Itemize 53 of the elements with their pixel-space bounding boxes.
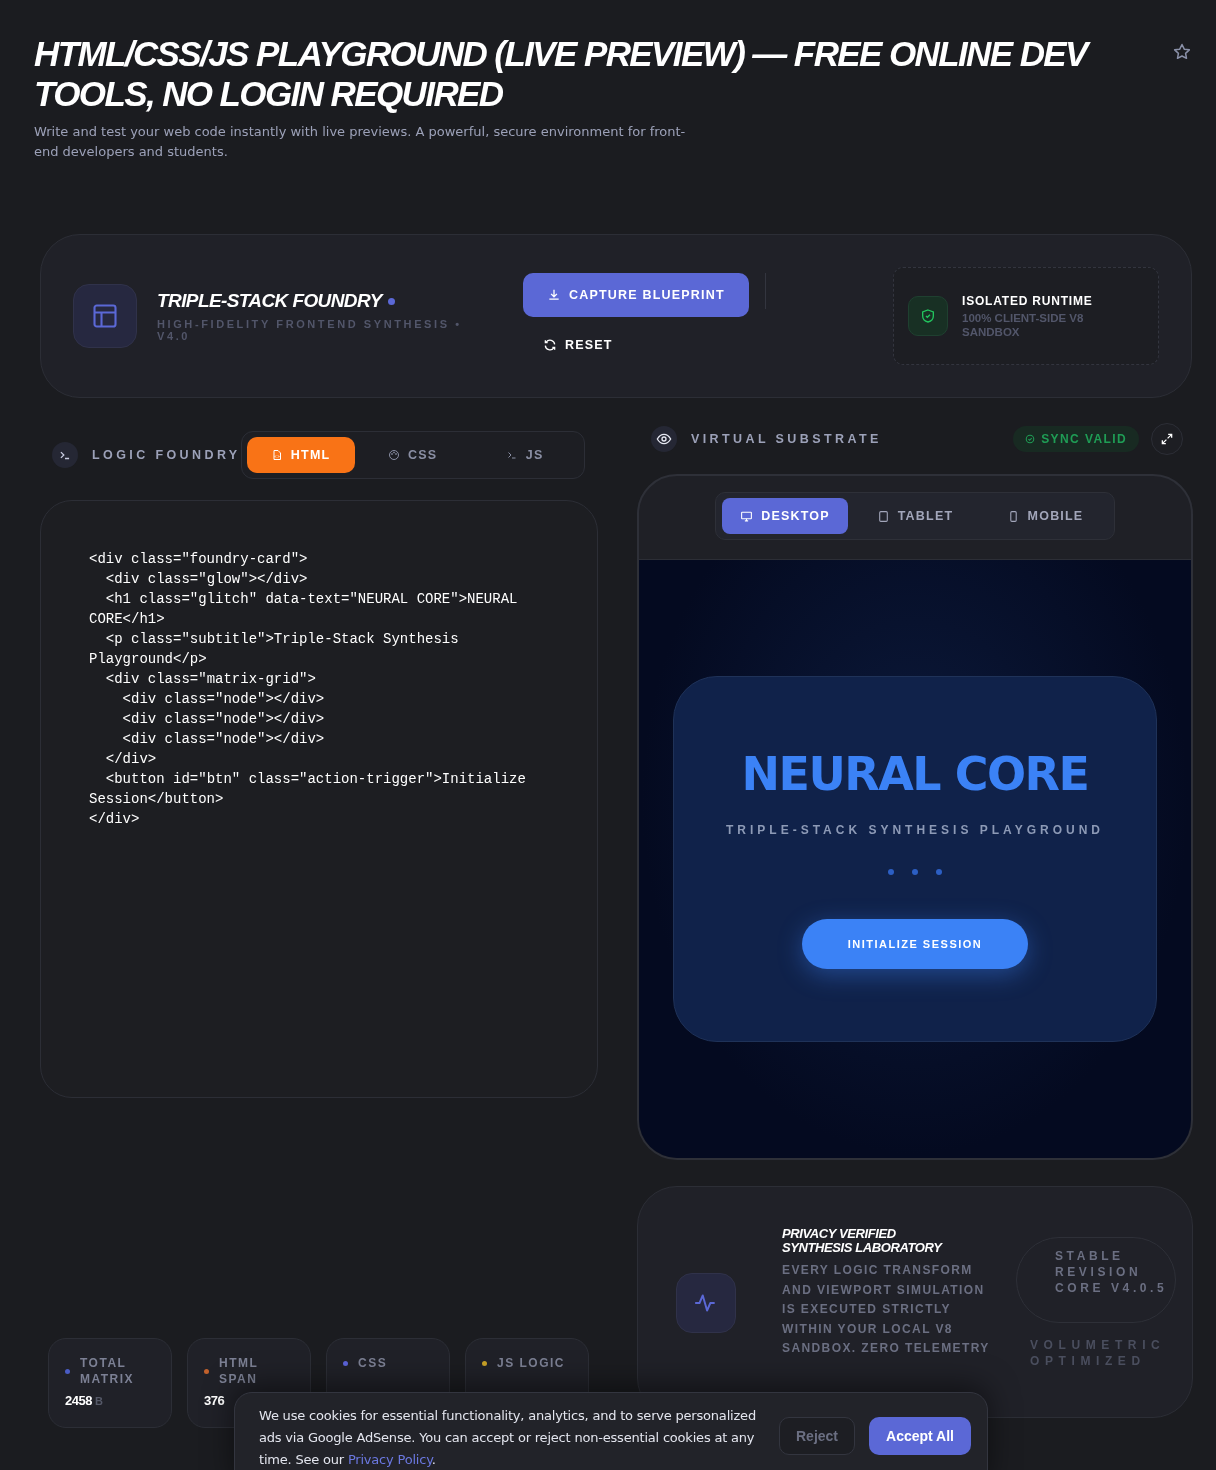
preview-tagline: TRIPLE-STACK SYNTHESIS PLAYGROUND <box>726 823 1104 837</box>
device-tab[interactable]: TABLET <box>852 498 978 534</box>
sync-badge: SYNC VALID <box>1013 426 1139 452</box>
star-icon[interactable] <box>1172 42 1192 62</box>
preview-heading: NEURAL CORE <box>741 747 1089 801</box>
refresh-icon <box>543 338 557 352</box>
status-dot <box>387 297 395 305</box>
expand-icon <box>1160 432 1174 446</box>
node-dot <box>936 869 942 875</box>
accept-button[interactable]: Accept All <box>869 1417 971 1455</box>
stat-label: TOTAL MATRIX <box>80 1355 136 1387</box>
terminal-icon <box>52 442 78 468</box>
node-dot <box>912 869 918 875</box>
cookie-text: We use cookies for essential functionality, analytics, and to serve personalized ads via Google AdSense. You can accept or reject non-essential cookies at any time. See our Privacy Policy. <box>259 1407 757 1469</box>
palette-icon <box>387 449 400 461</box>
language-tab[interactable]: CSS <box>358 437 467 473</box>
stat-label: HTML SPAN <box>219 1355 260 1387</box>
runtime-title: ISOLATED RUNTIME <box>962 293 1094 308</box>
expand-button[interactable] <box>1151 423 1183 455</box>
initialize-button[interactable]: INITIALIZE SESSION <box>802 919 1028 969</box>
terminal-icon <box>505 449 518 461</box>
tablet-icon <box>876 509 890 523</box>
device-tab[interactable]: DESKTOP <box>722 498 848 534</box>
page-title: HTML/CSS/JS PLAYGROUND (LIVE PREVIEW) — FREE ONLINE DEV TOOLS, NO LOGIN REQUIRED <box>34 34 1144 114</box>
reject-button[interactable]: Reject <box>779 1417 855 1455</box>
stat-label: CSS <box>358 1355 389 1371</box>
download-icon <box>547 288 561 302</box>
reset-button[interactable]: RESET <box>523 331 633 359</box>
eye-icon <box>651 426 677 452</box>
editor-title: LOGIC FOUNDRY <box>92 448 241 462</box>
pulse-icon <box>676 1273 736 1333</box>
layout-icon <box>73 284 137 348</box>
stat-unit: B <box>94 1395 103 1407</box>
language-tab[interactable]: HTML <box>246 437 355 473</box>
capture-button[interactable]: CAPTURE BLUEPRINT <box>523 273 749 317</box>
file-code-icon <box>270 449 283 461</box>
privacy-link[interactable]: Privacy Policy <box>347 1452 432 1467</box>
shield-icon <box>908 296 948 336</box>
device-tab[interactable]: MOBILE <box>982 498 1108 534</box>
toolbar-title: TRIPLE-STACK FOUNDRY <box>157 290 382 312</box>
monitor-icon <box>740 509 754 523</box>
page-subtitle: Write and test your web code instantly with live previews. A powerful, secure environment for front-end developers and students. <box>34 123 687 161</box>
privacy-text: EVERY LOGIC TRANSFORM AND VIEWPORT SIMULATION IS EXECUTED STRICTLY WITHIN YOUR LOCAL V8 SANDBOX. ZERO TELEMETRY <box>782 1262 991 1357</box>
stat-value: 376 <box>204 1393 225 1408</box>
toolbar-subtitle: HIGH-FIDELITY FRONTEND SYNTHESIS • V4.0 <box>157 318 463 342</box>
language-tab[interactable]: JS <box>470 437 579 473</box>
stat-label: JS LOGIC <box>497 1355 566 1371</box>
preview-title: VIRTUAL SUBSTRATE <box>691 432 882 446</box>
code-text: <div class="foundry-card"> <div class="glow"></div> <h1 class="glitch" data-text="NEURAL CORE">NEURAL CORE</h1> <p class="subtitle">Triple-Stack Synthesis Playground</p> <div class="matrix-grid"> <div class="node"></div> <div class="node"></div> <div class="node"></div> </div> <button id="btn" class="action-trigger">Initialize Session</button> </div> <box>89 550 527 829</box>
privacy-title: PRIVACY VERIFIED SYNTHESIS LABORATORY <box>782 1227 944 1255</box>
stat-value: 2458 <box>65 1393 92 1408</box>
runtime-subtitle: 100% CLIENT-SIDE V8 SANDBOX <box>962 310 1085 339</box>
node-dot <box>888 869 894 875</box>
